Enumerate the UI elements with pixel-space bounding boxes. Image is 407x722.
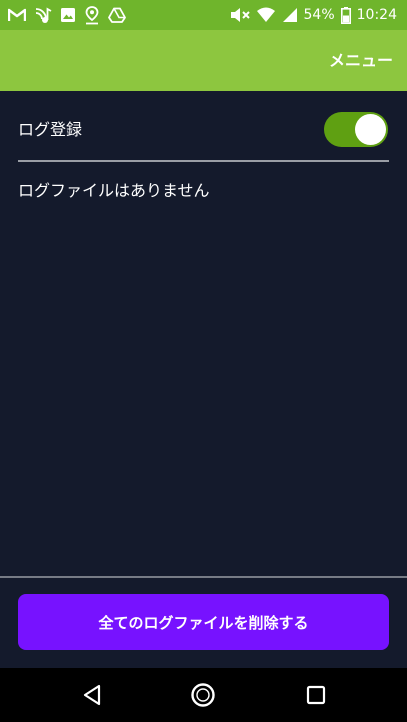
system-status: 54% 10:24 (230, 0, 397, 30)
map-pin-icon (84, 5, 100, 25)
app-bar: メニュー (0, 30, 407, 91)
battery-text: 54% (303, 7, 335, 23)
divider (18, 160, 389, 162)
notification-icons (8, 0, 126, 30)
delete-all-logs-button[interactable]: 全てのログファイルを削除する (18, 594, 389, 650)
image-icon (60, 7, 76, 23)
main-content: ログ登録 ログファイルはありません 全てのログファイルを削除する (0, 91, 407, 668)
music-icon (34, 6, 52, 24)
home-icon[interactable] (188, 680, 218, 710)
log-registration-row: ログ登録 (18, 91, 389, 161)
recents-icon[interactable] (301, 680, 331, 710)
drive-icon (108, 7, 126, 23)
signal-icon (282, 7, 298, 23)
wifi-icon (256, 7, 276, 23)
back-icon[interactable] (77, 680, 107, 710)
battery-icon (340, 6, 351, 24)
status-bar: 54% 10:24 (0, 0, 407, 30)
clock: 10:24 (356, 7, 397, 23)
navigation-bar (0, 668, 407, 722)
toggle-knob (355, 114, 386, 145)
log-registration-toggle[interactable] (324, 112, 388, 147)
mute-icon (230, 7, 250, 23)
menu-button[interactable]: メニュー (329, 30, 393, 91)
log-registration-label: ログ登録 (18, 120, 83, 139)
bottom-divider (0, 576, 407, 578)
empty-log-message: ログファイルはありません (18, 181, 210, 200)
gmail-icon (8, 8, 26, 22)
